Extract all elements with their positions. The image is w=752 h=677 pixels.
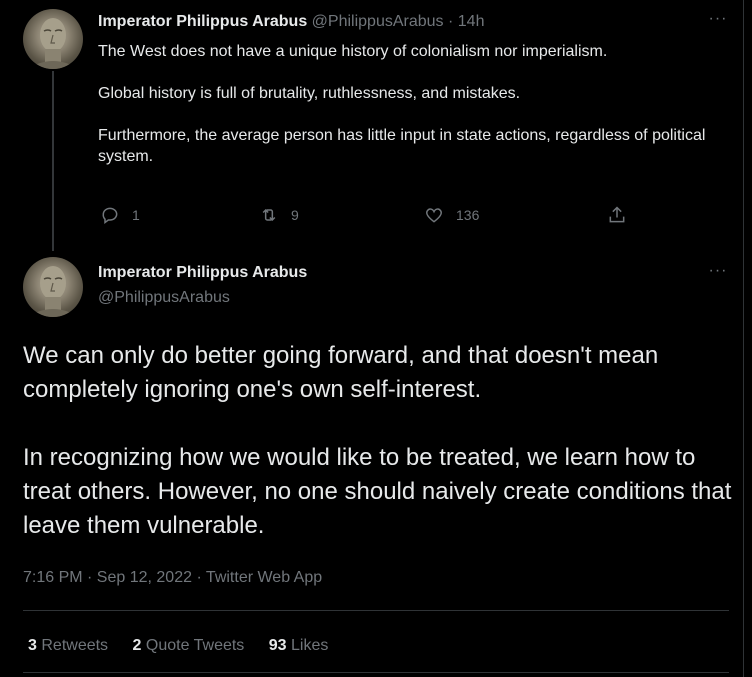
retweets-stat[interactable]: 3 Retweets: [28, 637, 108, 654]
tweet-paragraph: The West does not have a unique history …: [98, 43, 608, 60]
author-name[interactable]: Imperator Philippus Arabus: [98, 264, 307, 282]
quote-tweets-count: 2: [132, 637, 142, 654]
column-border: [743, 0, 744, 677]
like-count: 136: [456, 207, 480, 223]
tweet-timestamp-source[interactable]: 7:16 PM · Sep 12, 2022 · Twitter Web App: [23, 569, 322, 587]
author-handle[interactable]: @PhilippusArabus: [312, 13, 444, 30]
avatar[interactable]: [23, 257, 83, 317]
bust-avatar-icon: [27, 18, 79, 69]
bust-avatar-icon: [27, 266, 79, 317]
tweet-stats: 3 Retweets 2 Quote Tweets 93 Likes: [28, 637, 348, 655]
likes-stat[interactable]: 93 Likes: [269, 637, 329, 654]
main-tweet-text: We can only do better going forward, and…: [23, 339, 738, 577]
author-handle[interactable]: @PhilippusArabus: [98, 289, 230, 307]
retweet-icon: [262, 208, 276, 222]
quote-tweets-label: Quote Tweets: [145, 637, 245, 654]
heart-icon: [425, 208, 443, 223]
likes-count: 93: [268, 637, 287, 654]
author-name[interactable]: Imperator Philippus Arabus: [98, 13, 307, 30]
likes-label: Likes: [291, 637, 329, 654]
reply-count: 1: [132, 207, 140, 223]
reply-button[interactable]: 1: [100, 205, 140, 225]
tweet-paragraph: Furthermore, the average person has litt…: [98, 127, 706, 165]
tweet-paragraph: We can only do better going forward, and…: [23, 342, 659, 403]
retweets-count: 3: [28, 637, 37, 654]
tweet-paragraph: In recognizing how we would like to be t…: [23, 444, 732, 539]
avatar[interactable]: [23, 9, 83, 69]
share-icon: [609, 206, 625, 223]
retweets-label: Retweets: [41, 637, 109, 654]
retweet-button[interactable]: 9: [259, 205, 299, 225]
tweet-text: The West does not have a unique history …: [98, 41, 738, 188]
more-icon[interactable]: ···: [706, 11, 730, 28]
tweet-paragraph: Global history is full of brutality, rut…: [98, 85, 521, 102]
tweet-header: Imperator Philippus Arabus @PhilippusAra…: [98, 13, 484, 31]
divider: [23, 610, 729, 611]
retweet-count: 9: [291, 207, 299, 223]
separator-dot: ·: [448, 13, 454, 30]
tweet-time[interactable]: 14h: [458, 13, 485, 30]
more-icon[interactable]: ···: [706, 263, 730, 280]
like-button[interactable]: 136: [424, 205, 479, 225]
divider: [23, 672, 729, 673]
thread-connector-line: [52, 71, 54, 251]
share-button[interactable]: [607, 205, 627, 225]
reply-icon: [102, 207, 118, 224]
quote-tweets-stat[interactable]: 2 Quote Tweets: [133, 637, 245, 654]
